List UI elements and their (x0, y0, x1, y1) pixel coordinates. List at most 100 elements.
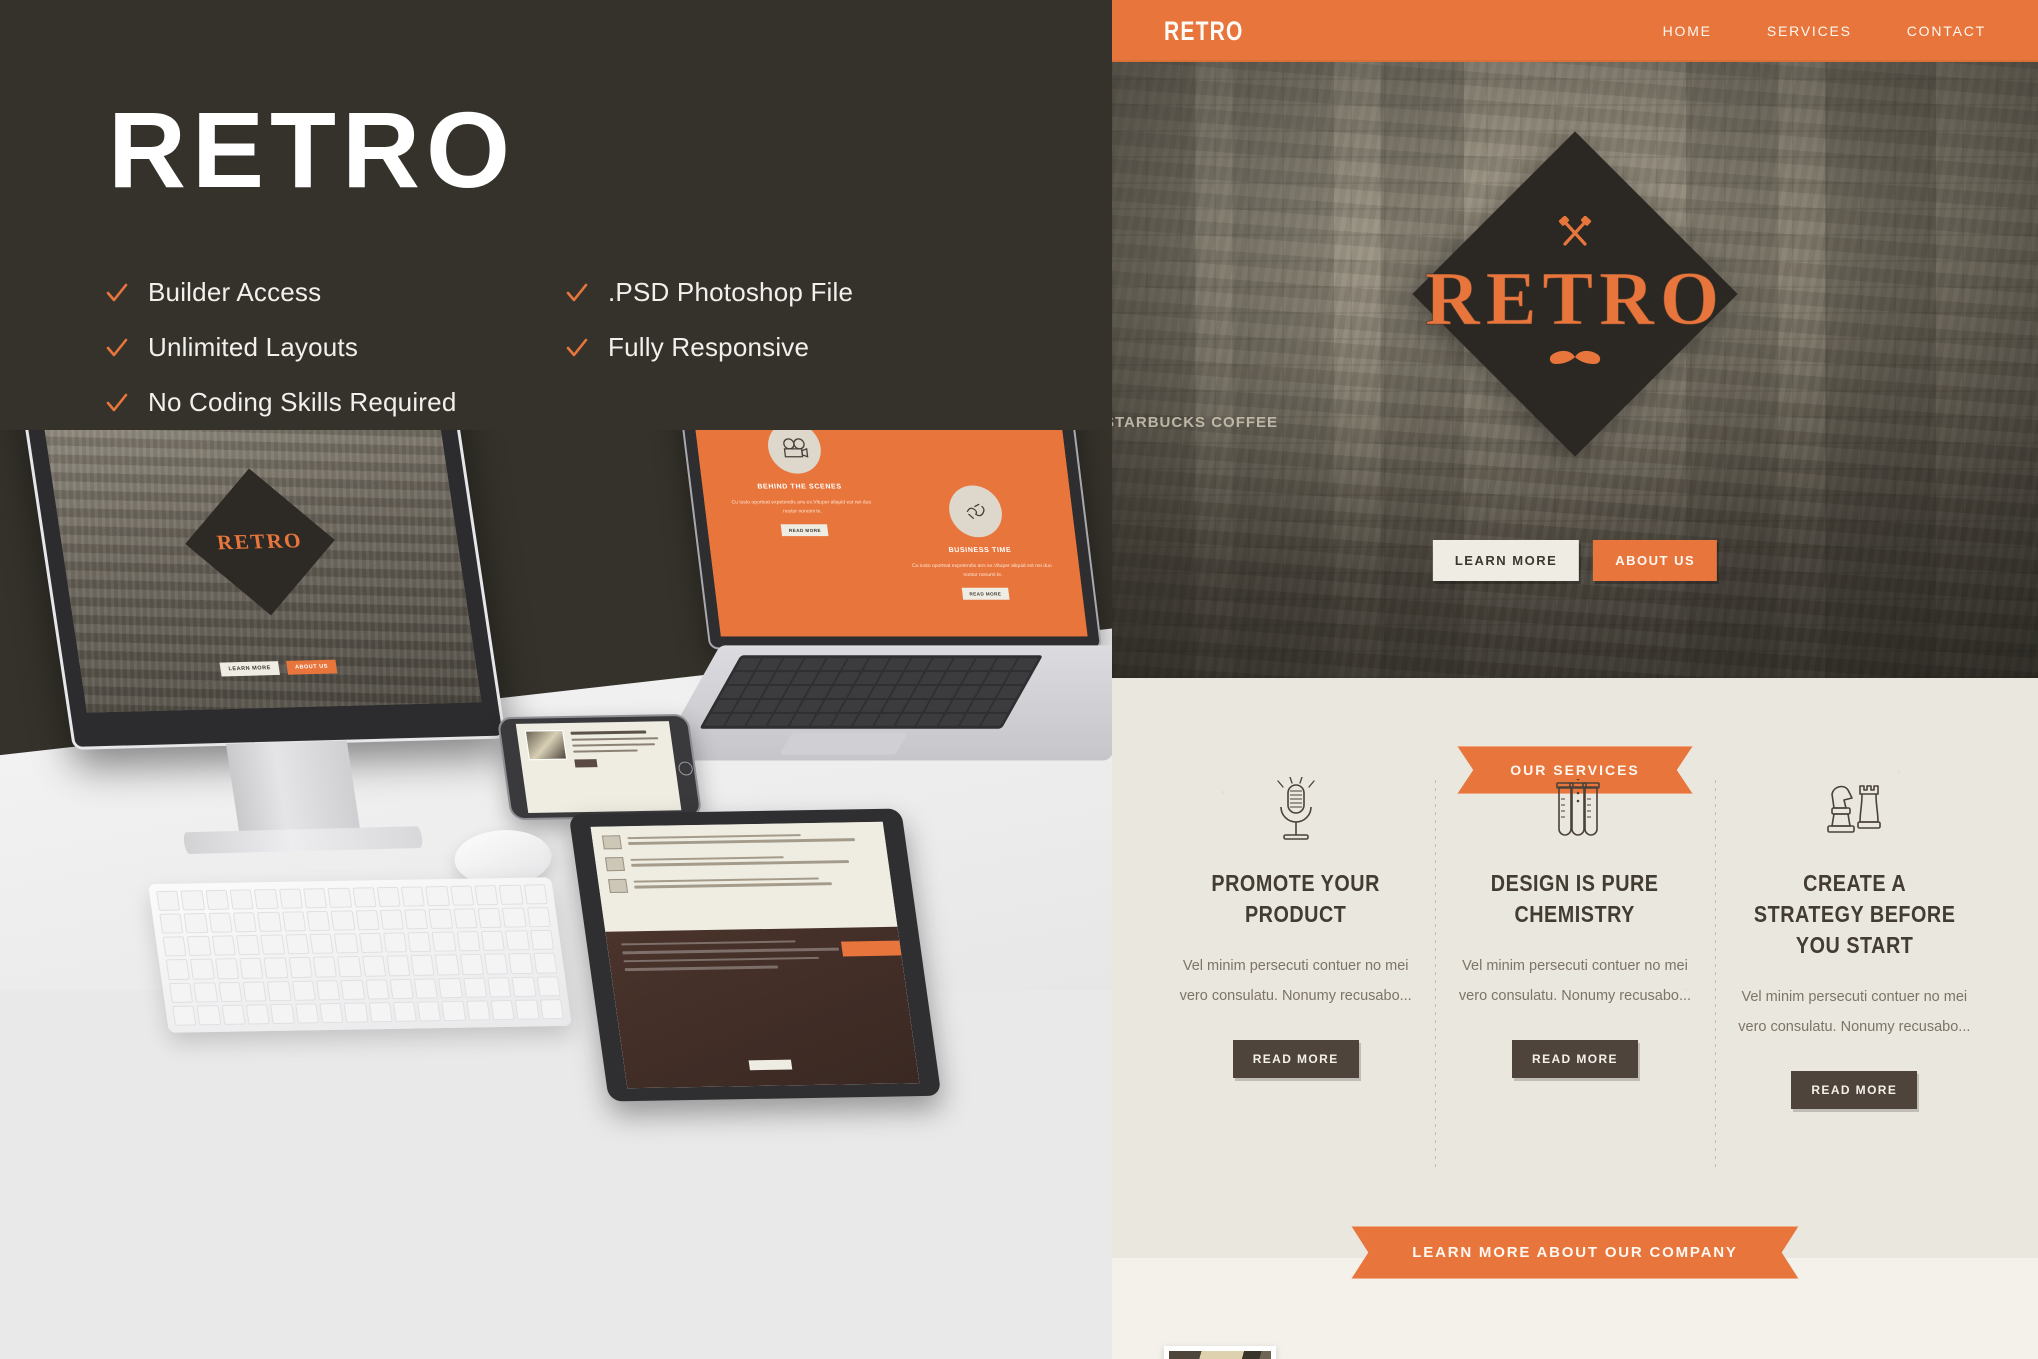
tablet-body (568, 808, 942, 1102)
tablet-read-more-button (748, 1059, 793, 1071)
service-card: CREATE A STRATEGY BEFORE YOU START Vel m… (1714, 774, 1994, 1169)
read-more-button[interactable]: READ MORE (1232, 1039, 1359, 1078)
laptop-keyboard (699, 655, 1043, 729)
service-title: DESIGN IS PURE CHEMISTRY (1491, 870, 1659, 928)
handshake-icon (945, 485, 1005, 538)
phone-home-button (677, 761, 694, 776)
imac-learn-more-button: LEARN MORE (219, 661, 281, 677)
crossed-hammers-icon (1345, 215, 1805, 255)
laptop-services-preview: BEHIND THE SCENES Cu iusto oporteat expe… (687, 430, 1088, 637)
learn-more-company-ribbon[interactable]: LEARN MORE ABOUT OUR COMPANY (1351, 1226, 1798, 1279)
chess-pieces-icon (1737, 774, 1972, 848)
bottom-thumbnail (1164, 1346, 1276, 1359)
tablet-orange-accent (840, 940, 902, 957)
tablet-item-icon (604, 857, 626, 872)
imac-foot (182, 826, 424, 855)
laptop-trackpad (779, 732, 908, 755)
phone-text-lines (570, 728, 672, 805)
site-logo[interactable]: RETRO (1164, 16, 1244, 47)
feature-item: Builder Access (106, 265, 526, 320)
feature-item: .PSD Photoshop File (566, 265, 986, 320)
hero-buttons: LEARN MORE ABOUT US (1432, 540, 1718, 581)
service-description: Vel minim persecuti contuer no mei vero … (1738, 989, 1971, 1035)
film-camera-icon (765, 430, 825, 474)
phone-screen (515, 721, 682, 813)
feature-label: Unlimited Layouts (148, 332, 359, 362)
test-tubes-icon (1457, 774, 1692, 848)
service-card: PROMOTE YOUR PRODUCT Vel minim persecuti… (1156, 774, 1435, 1109)
site-navigation: HOME SERVICES CONTACT (1663, 23, 1986, 39)
imac-diamond-logo: RETRO (185, 468, 335, 616)
laptop-lid: BEHIND THE SCENES Cu iusto oporteat expe… (672, 430, 1103, 650)
tablet-item-icon (608, 878, 629, 894)
device-mockup-scene: RETRO HOME SERVICES CONTACT (0, 430, 1112, 1359)
promo-panel: RETRO Builder Access Unlimited Layouts N… (0, 0, 1112, 1359)
microphone-icon (1178, 774, 1413, 848)
laptop-screen: BEHIND THE SCENES Cu iusto oporteat expe… (687, 430, 1088, 637)
nav-item-contact[interactable]: CONTACT (1907, 23, 1986, 39)
hero-logo-text: RETRO (1424, 257, 1726, 341)
read-more-button[interactable]: READ MORE (1791, 1070, 1918, 1109)
desk-surface-fill (0, 990, 1112, 1359)
keyboard-mockup (148, 877, 572, 1033)
site-header: RETRO HOME SERVICES CONTACT (1112, 0, 2038, 62)
service-description: Vel minim persecuti contuer no mei vero … (1458, 958, 1692, 1004)
laptop-read-more-button: READ MORE (781, 524, 829, 537)
phone-thumbnail-image (524, 729, 568, 761)
service-card: DESIGN IS PURE CHEMISTRY Vel minim perse… (1435, 774, 1714, 1169)
phone-read-more-button (574, 758, 598, 767)
laptop-read-more-button: READ MORE (961, 588, 1010, 601)
imac-screen: RETRO HOME SERVICES CONTACT (35, 430, 482, 713)
feature-label: Fully Responsive (608, 332, 810, 362)
feature-label: Builder Access (148, 277, 322, 307)
mustache-icon (1345, 347, 1805, 372)
imac-site-preview: RETRO HOME SERVICES CONTACT (35, 430, 482, 713)
services-grid: PROMOTE YOUR PRODUCT Vel minim persecuti… (1112, 774, 2038, 1169)
tablet-mockup (568, 808, 942, 1102)
bottom-section: RETRO DESIGN IS AWESOME (1112, 1310, 2038, 1359)
feature-item: Fully Responsive (566, 320, 986, 375)
tablet-item-icon (601, 835, 622, 850)
keyboard-keys (148, 877, 572, 1033)
nav-item-services[interactable]: SERVICES (1767, 23, 1852, 39)
imac-hero-logo: RETRO (215, 528, 305, 555)
check-icon (106, 337, 128, 359)
nav-item-home[interactable]: HOME (1663, 23, 1712, 39)
read-more-button[interactable]: READ MORE (1512, 1039, 1638, 1078)
imac-stand (225, 740, 362, 839)
imac-about-us-button: ABOUT US (285, 659, 338, 675)
about-us-button[interactable]: ABOUT US (1593, 540, 1718, 581)
check-icon (566, 337, 588, 359)
learn-more-button[interactable]: LEARN MORE (1432, 540, 1580, 581)
laptop-service-column: BUSINESS TIME Cu iusto oporteat expetend… (889, 430, 1065, 636)
laptop-service-column: BEHIND THE SCENES Cu iusto oporteat expe… (717, 430, 893, 636)
hero-logo-block: RETRO (1345, 215, 1805, 372)
page-title: RETRO (108, 89, 516, 210)
imac-hero-buttons: LEARN MORE ABOUT US (219, 659, 338, 677)
check-icon (566, 282, 588, 304)
feature-label: No Coding Skills Required (148, 387, 457, 417)
hero-section: STARBUCKS COFFEE RETRO LEARN MORE ABOUT … (1112, 62, 2038, 678)
feature-label: .PSD Photoshop File (608, 277, 854, 307)
laptop-service-title: BEHIND THE SCENES (756, 483, 843, 491)
bottom-heading: RETRO DESIGN IS AWESOME (1306, 1346, 1648, 1359)
imac-hero: RETRO LEARN MORE ABOUT US (42, 430, 482, 713)
feature-column-right: .PSD Photoshop File Fully Responsive (566, 265, 986, 375)
phone-body (496, 713, 703, 821)
bottom-thumbnail-image (1169, 1351, 1271, 1359)
tablet-bottom-section (605, 926, 920, 1089)
imac-body: RETRO HOME SERVICES CONTACT (14, 430, 507, 750)
tablet-top-section (590, 821, 898, 932)
check-icon (106, 392, 128, 414)
laptop-mockup: BEHIND THE SCENES Cu iusto oporteat expe… (655, 430, 1112, 768)
service-title: CREATE A STRATEGY BEFORE YOU START (1753, 870, 1956, 959)
hero-storefront-sign: STARBUCKS COFFEE (1112, 414, 1279, 431)
screenshot-stage: RETRO Builder Access Unlimited Layouts N… (0, 0, 2038, 1359)
service-title: PROMOTE YOUR PRODUCT (1211, 870, 1380, 928)
feature-item: No Coding Skills Required (106, 375, 526, 430)
laptop-base (655, 645, 1112, 761)
laptop-service-title: BUSINESS TIME (948, 547, 1012, 555)
phone-mockup (496, 713, 704, 826)
check-icon (106, 282, 128, 304)
tablet-screen (590, 821, 920, 1089)
